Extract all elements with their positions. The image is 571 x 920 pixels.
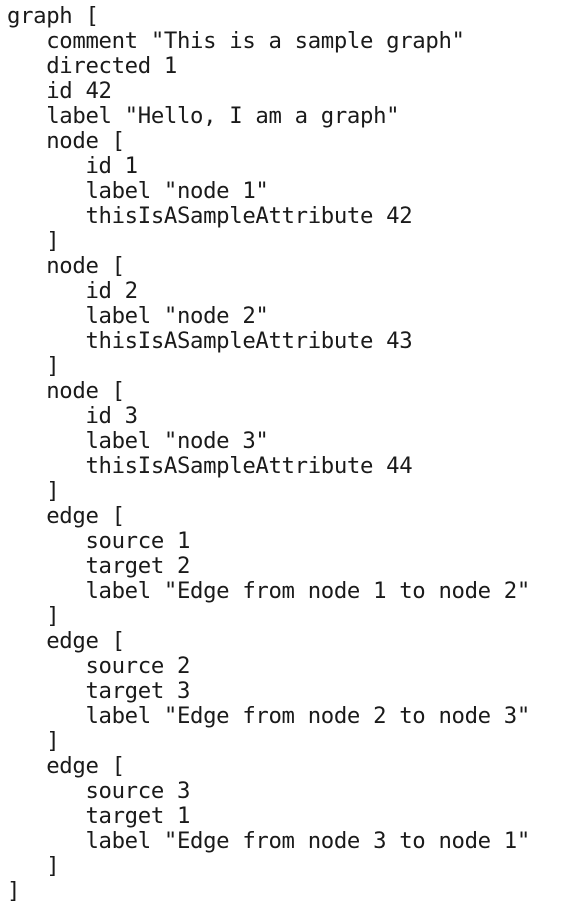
code-line: id 2 xyxy=(7,278,138,304)
code-line: label "Edge from node 3 to node 1" xyxy=(7,828,530,854)
code-line: edge [ xyxy=(7,503,125,529)
code-line: thisIsASampleAttribute 43 xyxy=(7,328,413,354)
code-line: ] xyxy=(7,853,60,879)
code-line: label "Hello, I am a graph" xyxy=(7,103,400,129)
code-line: ] xyxy=(7,478,60,504)
code-line: graph [ xyxy=(7,3,99,29)
code-line: id 1 xyxy=(7,153,138,179)
code-line: thisIsASampleAttribute 42 xyxy=(7,203,413,229)
code-line: ] xyxy=(7,353,60,379)
code-line: source 3 xyxy=(7,778,191,804)
code-listing: graph [ comment "This is a sample graph"… xyxy=(0,0,571,920)
code-line: node [ xyxy=(7,253,125,279)
code-line: edge [ xyxy=(7,753,125,779)
code-line: target 1 xyxy=(7,803,191,829)
code-line: ] xyxy=(7,603,60,629)
code-line: label "Edge from node 1 to node 2" xyxy=(7,578,530,604)
code-line: label "node 3" xyxy=(7,428,269,454)
code-line: node [ xyxy=(7,128,125,154)
code-line: label "node 1" xyxy=(7,178,269,204)
code-line: thisIsASampleAttribute 44 xyxy=(7,453,413,479)
code-line: ] xyxy=(7,728,60,754)
code-line: label "node 2" xyxy=(7,303,269,329)
code-line: node [ xyxy=(7,378,125,404)
code-line: ] xyxy=(7,878,21,904)
code-line: target 2 xyxy=(7,553,191,579)
code-line: directed 1 xyxy=(7,53,177,79)
code-line: id 42 xyxy=(7,78,112,104)
code-line: source 1 xyxy=(7,528,191,554)
code-line: id 3 xyxy=(7,403,138,429)
code-line: edge [ xyxy=(7,628,125,654)
code-line: comment "This is a sample graph" xyxy=(7,28,465,54)
code-line: source 2 xyxy=(7,653,191,679)
code-line: ] xyxy=(7,228,60,254)
code-line: target 3 xyxy=(7,678,191,704)
code-line: label "Edge from node 2 to node 3" xyxy=(7,703,530,729)
